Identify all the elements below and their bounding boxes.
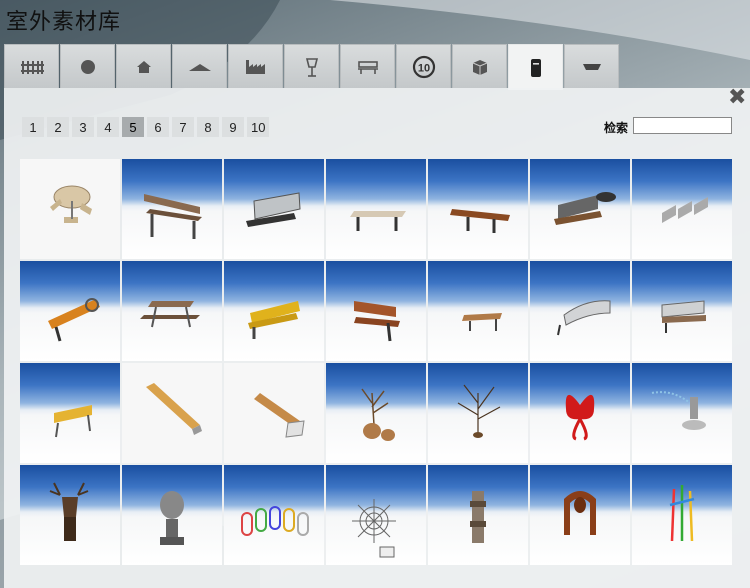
thumbnail-deer-head-sculpture[interactable] [20, 465, 120, 565]
web-sculpture-icon [352, 499, 396, 558]
thumbnail-yellow-bench-2[interactable] [20, 363, 120, 463]
thumbnail-wood-slat-bench[interactable] [326, 261, 426, 361]
thumbnail-yellow-bench[interactable] [224, 261, 324, 361]
speed-sign-icon: 10 [412, 55, 435, 78]
thumbnail-metal-bench-1[interactable] [224, 159, 324, 259]
slat-bench-icon [661, 300, 706, 333]
page-button[interactable]: 9 [222, 117, 244, 137]
tab-box[interactable] [452, 44, 507, 88]
factory-icon [245, 59, 265, 74]
thumbnail-head-sculpture[interactable] [122, 465, 222, 565]
page-button[interactable]: 6 [147, 117, 169, 137]
round-picnic-table-icon [50, 185, 92, 223]
page-button[interactable]: 10 [247, 117, 270, 137]
page-button[interactable]: 2 [47, 117, 69, 137]
tab-planter[interactable] [564, 44, 619, 88]
scroll-bench-icon [554, 192, 616, 225]
thumbnail-picnic-table[interactable] [122, 261, 222, 361]
thumbnail-paperclip-sculpture[interactable] [224, 465, 324, 565]
colorful-pole-icon [669, 485, 695, 542]
thumbnail-round-picnic-table[interactable] [20, 159, 120, 259]
thumbnail-totem-sculpture[interactable] [428, 465, 528, 565]
paperclip-sculpture-icon [241, 506, 309, 536]
page-button[interactable]: 4 [97, 117, 119, 137]
yellow-bench-icon [248, 301, 300, 339]
triple-seat-icon [662, 197, 708, 223]
tab-house[interactable] [116, 44, 171, 88]
page-button[interactable]: 3 [72, 117, 94, 137]
bench-icon [357, 60, 378, 74]
tab-bin[interactable] [508, 44, 563, 90]
thumbnail-butterfly-sculpture[interactable] [530, 363, 630, 463]
tab-bench[interactable] [340, 44, 395, 88]
asset-grid [20, 159, 732, 565]
search-label: 检索 [604, 121, 629, 135]
metal-bench-icon [246, 192, 301, 227]
tab-lamp[interactable] [284, 44, 339, 88]
terrain-icon [188, 63, 211, 71]
thumbnail-table-bench[interactable] [326, 159, 426, 259]
page-button-current[interactable]: 5 [122, 117, 144, 137]
head-sculpture-icon [160, 491, 184, 545]
trash-bin-icon [530, 58, 541, 77]
totem-sculpture-icon [470, 491, 486, 543]
thumbnail-bare-tree[interactable] [428, 363, 528, 463]
deer-head-icon [49, 482, 89, 541]
thumbnail-colorful-pole-sculpture[interactable] [632, 465, 732, 565]
arch-sculpture-icon [564, 491, 596, 535]
page-button[interactable]: 1 [22, 117, 44, 137]
tab-factory[interactable] [228, 44, 283, 88]
thumbnail-concrete-wood-bench[interactable] [122, 363, 222, 463]
thumbnail-stone-wood-bench[interactable] [224, 363, 324, 463]
bare-tree-pots-icon [361, 388, 395, 441]
concrete-wood-bench-icon [146, 383, 202, 435]
tab-fence[interactable] [4, 44, 59, 88]
box-icon [472, 59, 487, 75]
thumbnail-seesaw-bench[interactable] [428, 159, 528, 259]
close-icon[interactable]: ✖ [728, 86, 746, 108]
pagination: 1 2 3 4 5 6 7 8 9 10 [22, 117, 270, 137]
thumbnail-scroll-bench[interactable] [530, 159, 630, 259]
sign-label: 10 [417, 62, 429, 74]
house-icon [136, 60, 151, 73]
wood-bench-icon [144, 194, 202, 239]
circle-icon [80, 59, 95, 74]
thumbnail-arch-sculpture[interactable] [530, 465, 630, 565]
stone-wood-bench-icon [254, 393, 305, 438]
flat-bench-icon [462, 313, 502, 331]
orange-bench-icon [48, 298, 100, 342]
thumbnail-web-sculpture[interactable] [326, 465, 426, 565]
tab-terrain[interactable] [172, 44, 227, 88]
planter-icon [582, 63, 601, 70]
yellow-bench-2-icon [54, 405, 92, 438]
thumbnail-slat-bench-2[interactable] [632, 261, 732, 361]
thumbnail-curved-metal-bench[interactable] [530, 261, 630, 361]
picnic-table-icon [140, 301, 200, 328]
curved-metal-bench-icon [557, 300, 611, 336]
tab-circle[interactable] [60, 44, 115, 88]
thumbnail-water-fountain-sculpture[interactable] [632, 363, 732, 463]
thumbnail-wood-bench-1[interactable] [122, 159, 222, 259]
wood-slat-bench-icon [354, 301, 400, 342]
butterfly-sculpture-icon [565, 394, 595, 441]
lamp-icon [305, 57, 318, 77]
page-button[interactable]: 7 [172, 117, 194, 137]
app-title: 室外素材库 [6, 10, 122, 35]
thumbnail-orange-bench[interactable] [20, 261, 120, 361]
thumbnail-triple-seat-bench[interactable] [632, 159, 732, 259]
tab-sign[interactable]: 10 [396, 44, 451, 88]
thumbnail-bare-tree-pots[interactable] [326, 363, 426, 463]
search-input[interactable] [633, 117, 732, 134]
seesaw-bench-icon [450, 209, 510, 233]
category-tabbar: 10 [4, 44, 619, 90]
page-button[interactable]: 8 [197, 117, 219, 137]
water-fountain-icon [651, 391, 706, 430]
table-bench-icon [350, 211, 406, 231]
thumbnail-flat-bench[interactable] [428, 261, 528, 361]
bare-tree-icon [457, 384, 501, 438]
fence-icon [20, 60, 44, 74]
